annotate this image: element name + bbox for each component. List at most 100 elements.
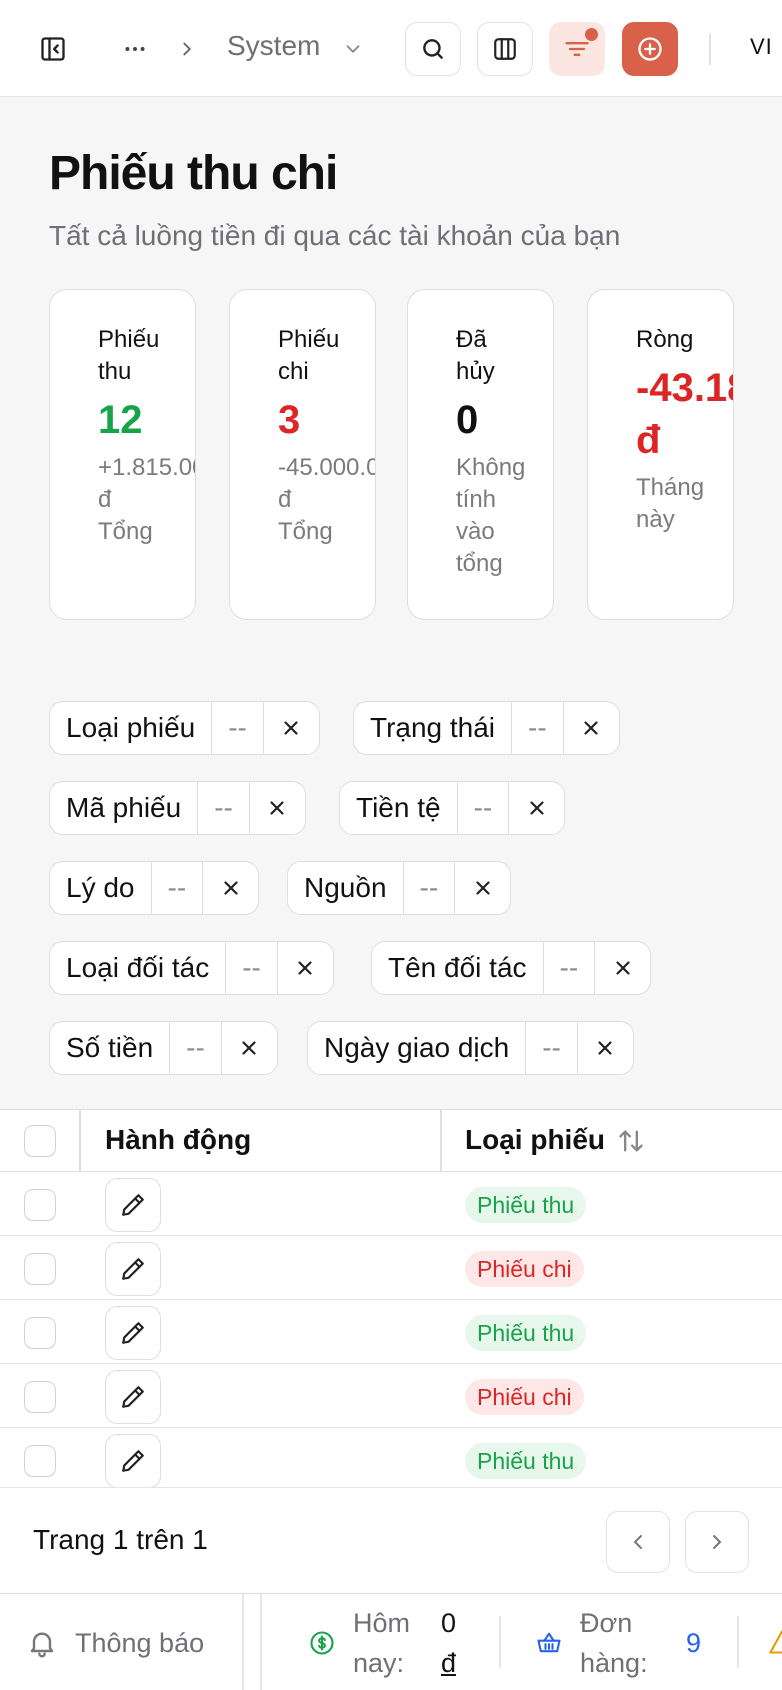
orders-value[interactable]: 9 bbox=[686, 1623, 701, 1663]
filter-label[interactable]: Lý do bbox=[50, 862, 151, 914]
clear-filter-x-icon[interactable] bbox=[202, 862, 258, 914]
more-horizontal-icon[interactable] bbox=[118, 32, 152, 66]
filter-value[interactable]: -- bbox=[402, 862, 455, 914]
search-icon bbox=[423, 39, 443, 59]
filter-chip-transaction-date[interactable]: Ngày giao dịch -- bbox=[307, 1021, 634, 1075]
table-row[interactable]: Phiếu thu bbox=[0, 1300, 782, 1364]
dollar-circle-icon bbox=[308, 1629, 336, 1662]
filter-chip-amount[interactable]: Số tiền -- bbox=[49, 1021, 278, 1075]
edit-button[interactable] bbox=[105, 1434, 161, 1487]
breadcrumb-dropdown-icon[interactable] bbox=[338, 34, 368, 64]
row-checkbox[interactable] bbox=[24, 1381, 56, 1413]
edit-button[interactable] bbox=[105, 1370, 161, 1424]
top-bar: System VI bbox=[0, 0, 782, 97]
filter-label[interactable]: Số tiền bbox=[50, 1022, 169, 1074]
filter-chip-status[interactable]: Trạng thái -- bbox=[353, 701, 620, 755]
clear-filter-x-icon[interactable] bbox=[220, 1022, 277, 1074]
filter-label[interactable]: Ngày giao dịch bbox=[308, 1022, 525, 1074]
filter-chip-reason[interactable]: Lý do -- bbox=[49, 861, 260, 915]
basket-icon bbox=[535, 1629, 563, 1662]
column-header-voucher-type[interactable]: Loại phiếu bbox=[465, 1124, 605, 1156]
stat-label: Đã hủy bbox=[456, 326, 495, 385]
stat-value: 0 bbox=[456, 398, 479, 442]
filter-label[interactable]: Nguồn bbox=[288, 862, 403, 914]
clear-filter-x-icon[interactable] bbox=[276, 942, 333, 994]
filter-chip-voucher-type[interactable]: Loại phiếu -- bbox=[49, 701, 320, 755]
filter-button[interactable] bbox=[549, 22, 605, 76]
row-checkbox[interactable] bbox=[24, 1253, 56, 1285]
vouchers-table: Hành động Loại phiếu Phiếu thu Phiếu chi… bbox=[0, 1109, 782, 1487]
table-row[interactable]: Phiếu chi bbox=[0, 1236, 782, 1300]
filter-label[interactable]: Loại phiếu bbox=[50, 702, 211, 754]
filter-value[interactable]: -- bbox=[525, 1022, 577, 1074]
clear-filter-x-icon[interactable] bbox=[562, 702, 619, 754]
column-divider bbox=[79, 1110, 81, 1172]
today-value-line2: đ bbox=[441, 1648, 457, 1678]
stat-value: -43.185 đ bbox=[636, 366, 733, 462]
clear-filter-x-icon[interactable] bbox=[594, 942, 650, 994]
language-switch[interactable]: VI bbox=[750, 34, 773, 60]
notifications-label[interactable]: Thông báo bbox=[75, 1623, 204, 1663]
clear-filter-x-icon[interactable] bbox=[508, 782, 564, 834]
next-page-button[interactable] bbox=[685, 1511, 749, 1573]
clear-filter-x-icon[interactable] bbox=[454, 862, 510, 914]
filter-value[interactable]: -- bbox=[225, 942, 277, 994]
chevron-left-icon bbox=[633, 1535, 642, 1549]
voucher-type-badge: Phiếu chi bbox=[465, 1379, 584, 1415]
filter-chip-source[interactable]: Nguồn -- bbox=[287, 861, 512, 915]
stat-note: Tháng này bbox=[636, 474, 705, 533]
pencil-icon bbox=[122, 1258, 144, 1280]
pencil-icon bbox=[122, 1386, 144, 1408]
stat-note: Không tính vào tổng bbox=[456, 454, 526, 577]
table-row[interactable]: Phiếu chi bbox=[0, 1364, 782, 1428]
clear-filter-x-icon[interactable] bbox=[576, 1022, 633, 1074]
orders-label-line1: Đơn bbox=[580, 1608, 633, 1638]
pencil-icon bbox=[122, 1194, 144, 1216]
filter-label[interactable]: Mã phiếu bbox=[50, 782, 197, 834]
add-button[interactable] bbox=[622, 22, 678, 76]
filter-label[interactable]: Tiền tệ bbox=[340, 782, 457, 834]
search-button[interactable] bbox=[405, 22, 461, 76]
select-all-checkbox[interactable] bbox=[24, 1125, 56, 1157]
edit-button[interactable] bbox=[105, 1178, 161, 1232]
prev-page-button[interactable] bbox=[606, 1511, 670, 1573]
filter-label[interactable]: Tên đối tác bbox=[372, 942, 543, 994]
edit-button[interactable] bbox=[105, 1242, 161, 1296]
breadcrumb-chevron-right-icon bbox=[172, 34, 202, 64]
filter-chip-voucher-code[interactable]: Mã phiếu -- bbox=[49, 781, 306, 835]
clear-filter-x-icon[interactable] bbox=[262, 702, 319, 754]
voucher-type-badge: Phiếu thu bbox=[465, 1315, 587, 1351]
row-checkbox[interactable] bbox=[24, 1317, 56, 1349]
columns-button[interactable] bbox=[477, 22, 533, 76]
stat-card-receipts: Phiếu thu 12 +1.815.000 đ Tổng bbox=[49, 289, 196, 620]
filter-value[interactable]: -- bbox=[150, 862, 203, 914]
stat-note: -45.000.000 đ Tổng bbox=[278, 454, 375, 545]
warning-triangle-icon[interactable] bbox=[768, 1628, 782, 1661]
filter-chip-partner-type[interactable]: Loại đối tác -- bbox=[49, 941, 334, 995]
filter-value[interactable]: -- bbox=[511, 702, 563, 754]
today-value-line1: 0 bbox=[441, 1608, 457, 1638]
bell-icon[interactable] bbox=[26, 1627, 58, 1664]
filter-value[interactable]: -- bbox=[197, 782, 249, 834]
sort-arrows-icon[interactable] bbox=[617, 1127, 645, 1160]
table-row[interactable]: Phiếu thu bbox=[0, 1172, 782, 1236]
filter-chip-partner-name[interactable]: Tên đối tác -- bbox=[371, 941, 652, 995]
filter-chip-currency[interactable]: Tiền tệ -- bbox=[339, 781, 566, 835]
filter-label[interactable]: Loại đối tác bbox=[50, 942, 225, 994]
filter-value[interactable]: -- bbox=[542, 942, 595, 994]
filter-value[interactable]: -- bbox=[211, 702, 263, 754]
edit-button[interactable] bbox=[105, 1306, 161, 1360]
filter-value[interactable]: -- bbox=[169, 1022, 221, 1074]
table-row[interactable]: Phiếu thu bbox=[0, 1428, 782, 1487]
stat-label: Phiếu chi bbox=[278, 326, 340, 385]
sidebar-toggle-icon[interactable] bbox=[36, 32, 70, 66]
row-checkbox[interactable] bbox=[24, 1445, 56, 1477]
stat-card-net: Ròng -43.185 đ Tháng này bbox=[587, 289, 734, 620]
filter-value[interactable]: -- bbox=[456, 782, 509, 834]
bottom-status-bar: Thông báo Hôm nay: 0 đ Đơn hàng: 9 bbox=[0, 1593, 782, 1690]
clear-filter-x-icon[interactable] bbox=[248, 782, 305, 834]
breadcrumb-current[interactable]: System bbox=[227, 30, 320, 62]
today-label-line1: Hôm bbox=[353, 1608, 411, 1638]
row-checkbox[interactable] bbox=[24, 1189, 56, 1221]
filter-label[interactable]: Trạng thái bbox=[354, 702, 511, 754]
